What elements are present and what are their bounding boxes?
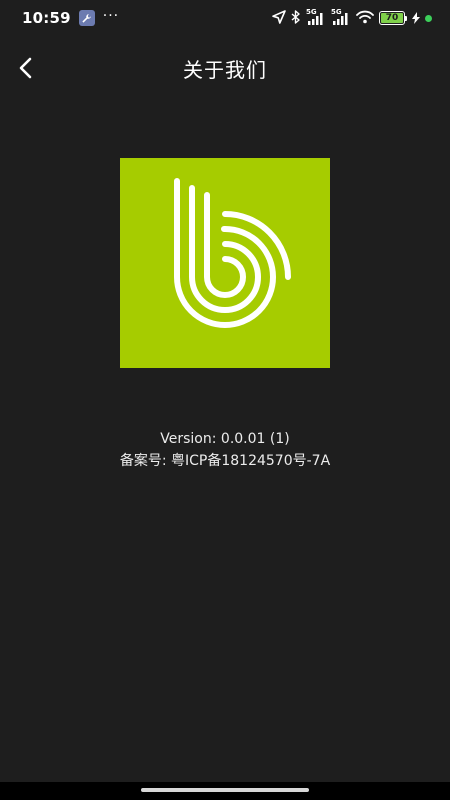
battery-body: 70 [379,11,405,25]
icp-record-text: 备案号: 粤ICP备18124570号-7A [119,453,331,469]
page-header: 关于我们 [0,44,450,92]
status-right: 5G 5G 70 [272,8,432,28]
battery-icon: 70 [379,11,407,25]
signal-icon-2: 5G [331,8,351,25]
battery-tip [405,15,407,21]
network-type-label-2: 5G [331,8,342,16]
battery-level: 70 [381,13,403,23]
status-left: 10:59 ··· [22,9,119,27]
bluetooth-icon [291,9,301,28]
back-button[interactable] [10,52,42,84]
page-title: 关于我们 [183,57,267,82]
status-time: 10:59 [22,9,71,27]
version-text: Version: 0.0.01 (1) [160,431,290,447]
signal-icon: 5G [306,8,326,25]
chevron-left-icon [19,57,32,79]
about-info: Version: 0.0.01 (1) 备案号: 粤ICP备18124570号-… [0,428,450,472]
wrench-icon [78,10,95,26]
brand-b-logo [174,178,291,328]
navigation-bar [0,782,450,800]
location-arrow-icon [272,9,286,28]
wifi-icon [356,9,374,28]
status-bar: 10:59 ··· 5G 5G 70 [0,0,450,36]
charging-icon [412,9,420,28]
more-notifications-icon: ··· [102,8,120,24]
home-indicator[interactable] [141,788,309,792]
app-logo [120,158,330,368]
network-type-label: 5G [306,8,317,16]
privacy-indicator-dot [425,14,432,22]
